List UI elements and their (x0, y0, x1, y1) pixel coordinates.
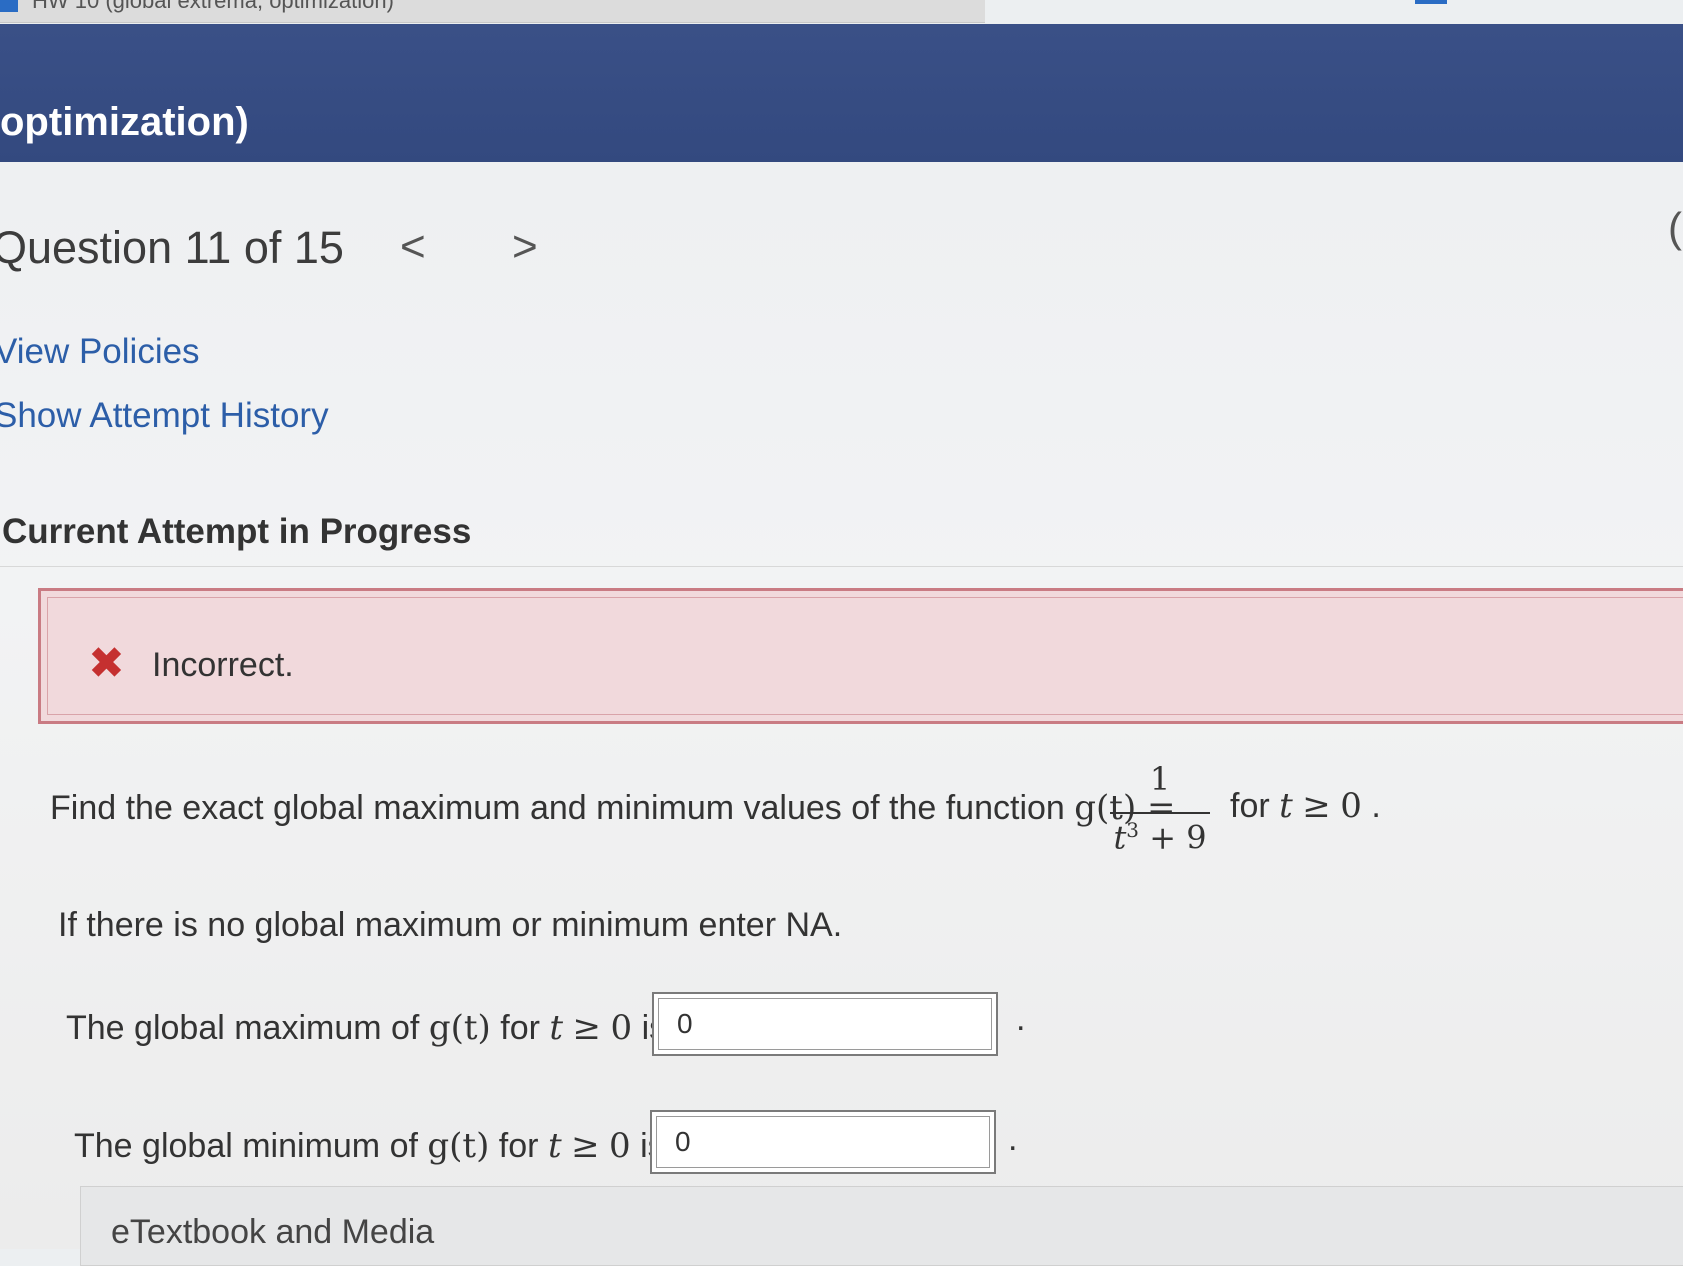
condition-var: t (1279, 786, 1293, 826)
global-max-label: The global maximum of g(t) for t ≥ 0 is (66, 1008, 666, 1048)
denominator-rest: + 9 (1139, 818, 1207, 857)
browser-tab[interactable]: HW 10 (global extrema, optimization) (0, 0, 985, 23)
denominator-var: t (1113, 818, 1127, 857)
right-edge-control[interactable]: ( (1668, 204, 1682, 252)
fraction-bar (1110, 812, 1210, 814)
fraction-numerator: 1 (1149, 760, 1171, 798)
min-value-bound: 0 (609, 1126, 631, 1166)
max-for: for (500, 1009, 540, 1047)
feedback-text: Incorrect. (152, 646, 294, 684)
min-for: for (498, 1127, 539, 1165)
question-prompt-text: Find the exact global maximum and minimu… (50, 789, 1065, 827)
function-fraction: 1 t3 + 9 (1110, 760, 1210, 857)
global-min-answer-box (650, 1110, 996, 1174)
function-condition: for t ≥ 0 . (1230, 786, 1381, 826)
etextbook-media-panel[interactable]: eTextbook and Media (80, 1186, 1683, 1266)
fraction-denominator: t3 + 9 (1110, 818, 1210, 857)
assignment-banner: optimization) (0, 24, 1683, 162)
min-func: g(t) (427, 1126, 490, 1166)
global-min-label: The global minimum of g(t) for t ≥ 0 is (74, 1126, 665, 1166)
max-var: t (549, 1008, 564, 1048)
assignment-title: optimization) (0, 100, 249, 144)
condition-prefix: for (1230, 787, 1270, 825)
min-period: . (1008, 1120, 1018, 1158)
min-var: t (547, 1126, 562, 1166)
browser-tab-title: HW 10 (global extrema, optimization) (32, 0, 394, 13)
condition-value: 0 (1340, 786, 1362, 826)
global-max-input[interactable] (658, 998, 992, 1050)
max-label-prefix: The global maximum of (66, 1009, 420, 1047)
global-max-answer-box (652, 992, 998, 1056)
show-attempt-history-link[interactable]: Show Attempt History (0, 396, 329, 436)
app-favicon-icon (0, 0, 18, 12)
question-counter: Question 11 of 15 (0, 222, 344, 273)
min-label-prefix: The global minimum of (74, 1127, 418, 1165)
question-prompt: Find the exact global maximum and minimu… (50, 788, 1176, 828)
close-icon: ✖ (88, 639, 125, 688)
tab-accent-bar (1415, 0, 1447, 4)
denominator-exponent: 3 (1126, 818, 1140, 842)
etextbook-media-title: eTextbook and Media (111, 1213, 435, 1251)
max-value-bound: 0 (610, 1008, 633, 1048)
condition-end: . (1371, 787, 1381, 825)
global-min-input[interactable] (656, 1116, 990, 1168)
current-attempt-heading: Current Attempt in Progress (2, 512, 472, 551)
condition-op: ≥ (1302, 786, 1331, 826)
next-question-button[interactable]: > (512, 222, 538, 272)
max-func: g(t) (428, 1008, 491, 1048)
previous-question-button[interactable]: < (400, 222, 426, 272)
view-policies-link[interactable]: View Policies (0, 332, 200, 372)
section-divider (0, 566, 1683, 567)
feedback-alert: ✖ Incorrect. (38, 588, 1683, 724)
feedback-alert-inner: ✖ Incorrect. (47, 597, 1683, 715)
min-op: ≥ (571, 1126, 600, 1166)
max-op: ≥ (572, 1008, 602, 1048)
instruction-text: If there is no global maximum or minimum… (58, 906, 843, 944)
max-period: . (1016, 1000, 1026, 1038)
